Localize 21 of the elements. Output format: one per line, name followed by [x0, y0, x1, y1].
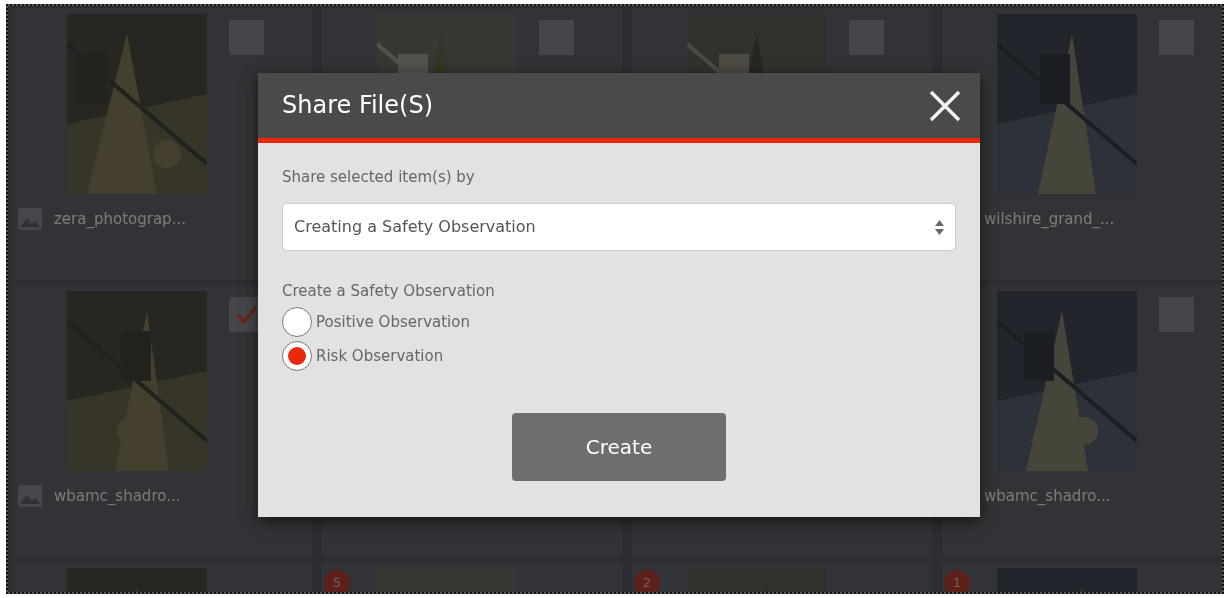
file-name: wilshire_grand_...	[984, 209, 1115, 230]
gallery-tile[interactable]: 5	[322, 562, 622, 592]
count-badge: 5	[324, 570, 350, 592]
create-button[interactable]: Create	[512, 413, 726, 481]
file-name: zera_photograp...	[54, 209, 186, 230]
option-label[interactable]: Positive Observation	[316, 310, 470, 334]
file-name: wbamc_shadro...	[54, 486, 181, 507]
count-badge: 1	[944, 570, 970, 592]
sort-arrows-icon	[935, 220, 944, 235]
file-name: wbamc_shadro...	[984, 486, 1111, 507]
gallery-tile[interactable]: wilshire_grand_...	[942, 8, 1222, 280]
share-method-select[interactable]: Creating a Safety Observation	[282, 203, 956, 251]
close-button[interactable]	[928, 88, 962, 123]
radio-button[interactable]	[282, 341, 312, 371]
radio-button[interactable]	[282, 307, 312, 337]
count-badge: 2	[634, 570, 660, 592]
gallery-tile[interactable]: 1	[942, 562, 1222, 592]
check-icon	[235, 304, 258, 325]
gallery-tile[interactable]: 2	[632, 562, 932, 592]
option-label[interactable]: Risk Observation	[316, 344, 444, 368]
close-icon	[928, 88, 962, 123]
